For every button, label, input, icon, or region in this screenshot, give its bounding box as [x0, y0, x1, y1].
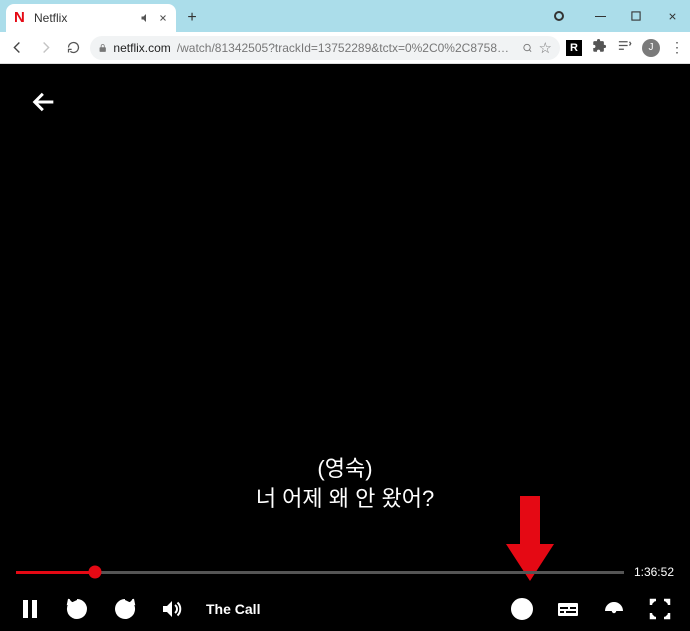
kebab-menu-icon[interactable]: ⋮	[670, 39, 684, 56]
tab-close-icon[interactable]	[158, 13, 168, 23]
skip-forward-10-button[interactable]: 10	[112, 596, 138, 622]
address-bar: netflix.com /watch/81342505?trackId=1375…	[0, 32, 690, 64]
profile-avatar[interactable]: J	[642, 39, 660, 57]
url-input[interactable]: netflix.com /watch/81342505?trackId=1375…	[90, 36, 560, 60]
help-button[interactable]	[510, 597, 534, 621]
video-title: The Call	[206, 601, 260, 617]
minimize-button[interactable]	[582, 4, 618, 28]
nav-forward-button[interactable]	[34, 37, 56, 59]
reload-button[interactable]	[62, 37, 84, 59]
lock-icon	[98, 42, 107, 54]
subtitle-line-1: (영숙)	[0, 454, 690, 484]
volume-button[interactable]	[160, 597, 184, 621]
fullscreen-button[interactable]	[648, 597, 672, 621]
subtitles-button[interactable]	[556, 597, 580, 621]
subtitle-overlay: (영숙) 너 어제 왜 안 왔어?	[0, 454, 690, 513]
url-path: /watch/81342505?trackId=13752289&tctx=0%…	[177, 41, 516, 55]
extensions-puzzle-icon[interactable]	[592, 38, 607, 58]
window-titlebar: N Netflix +	[0, 0, 690, 32]
tab-title: Netflix	[34, 11, 134, 25]
player-controls: 10 10 The Call	[0, 587, 690, 631]
extension-r-icon[interactable]: R	[566, 40, 582, 56]
close-window-button[interactable]	[654, 4, 690, 28]
nav-back-button[interactable]	[6, 37, 28, 59]
skip-back-10-button[interactable]: 10	[64, 596, 90, 622]
star-icon[interactable]: ☆	[539, 39, 552, 57]
playback-speed-button[interactable]	[602, 597, 626, 621]
video-player[interactable]: (영숙) 너 어제 왜 안 왔어? 1:36:52 10 10 The Call	[0, 64, 690, 631]
progress-knob[interactable]	[89, 566, 102, 579]
pause-button[interactable]	[18, 597, 42, 621]
subtitle-line-2: 너 어제 왜 안 왔어?	[0, 484, 690, 514]
reading-list-icon[interactable]	[617, 38, 632, 58]
progress-bar[interactable]: 1:36:52	[16, 565, 674, 579]
browser-tab[interactable]: N Netflix	[6, 4, 176, 32]
player-back-button[interactable]	[30, 88, 58, 121]
new-tab-button[interactable]: +	[182, 8, 202, 28]
time-remaining: 1:36:52	[634, 565, 674, 579]
netflix-favicon-icon: N	[14, 11, 28, 25]
maximize-button[interactable]	[618, 4, 654, 28]
progress-played	[16, 571, 95, 574]
tab-mute-icon[interactable]	[140, 12, 152, 24]
search-in-page-icon[interactable]	[522, 41, 533, 55]
media-indicator-icon[interactable]	[554, 11, 564, 21]
url-host: netflix.com	[113, 41, 170, 55]
window-controls	[554, 4, 690, 28]
